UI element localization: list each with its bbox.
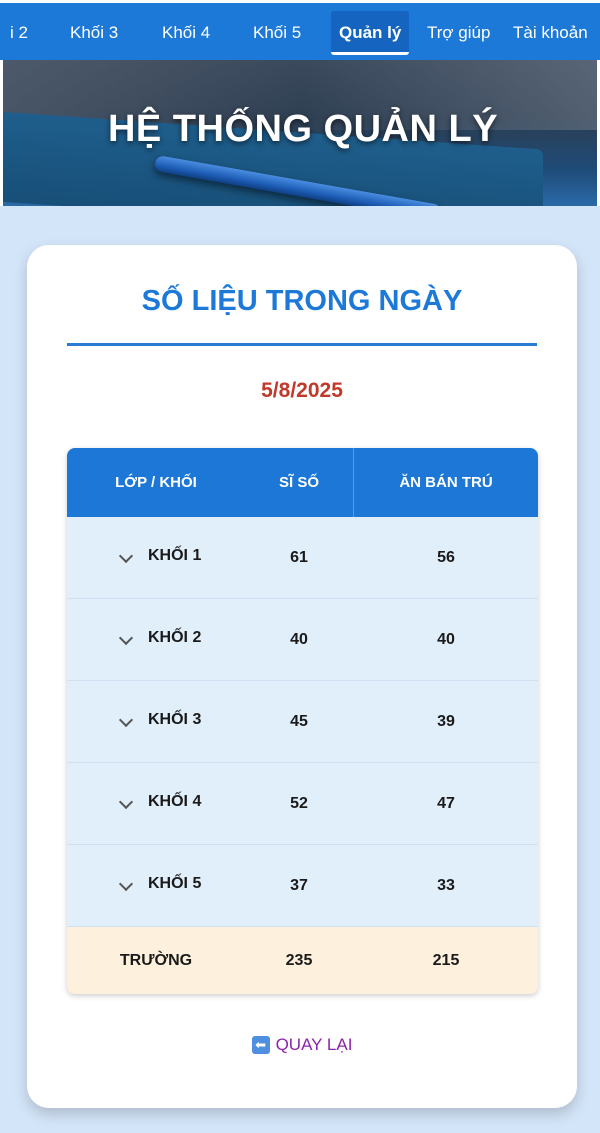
- row-enrollment: 61: [290, 549, 308, 566]
- chevron-down-icon[interactable]: [118, 712, 134, 728]
- nav-item-tro-giup[interactable]: Trợ giúp: [427, 11, 490, 55]
- row-lunch-count: 47: [437, 795, 455, 812]
- row-enrollment: 37: [290, 877, 308, 894]
- chevron-down-icon[interactable]: [118, 548, 134, 564]
- column-header-class: LỚP / KHỐI: [115, 474, 197, 491]
- page-title: HỆ THỐNG QUẢN LÝ: [107, 108, 499, 150]
- back-button[interactable]: ⬅ QUAY LẠI: [27, 1035, 577, 1055]
- report-date: 5/8/2025: [261, 379, 343, 402]
- stats-table: LỚP / KHỐI SĨ SỐ ĂN BÁN TRÚ KHỐI 1 61 56…: [67, 448, 538, 994]
- title-divider: [67, 343, 537, 346]
- table-row[interactable]: KHỐI 5 37 33: [67, 845, 538, 927]
- total-enrollment: 235: [285, 952, 313, 969]
- row-enrollment: 40: [290, 631, 308, 648]
- row-grade-label: KHỐI 2: [148, 629, 202, 646]
- top-navbar: i 2 Khối 3 Khối 4 Khối 5 Quản lý Trợ giú…: [0, 0, 600, 60]
- chevron-down-icon[interactable]: [118, 630, 134, 646]
- nav-item-khoi-4[interactable]: Khối 4: [162, 11, 210, 55]
- row-grade-label: KHỐI 5: [148, 875, 202, 892]
- row-enrollment: 45: [290, 713, 308, 730]
- column-header-lunch: ĂN BÁN TRÚ: [399, 474, 493, 491]
- row-grade-label: KHỐI 3: [148, 711, 202, 728]
- nav-item-khoi-5[interactable]: Khối 5: [253, 11, 301, 55]
- nav-item-khoi-2[interactable]: i 2: [10, 11, 28, 55]
- table-header: LỚP / KHỐI SĨ SỐ ĂN BÁN TRÚ: [67, 448, 538, 517]
- chevron-down-icon[interactable]: [118, 876, 134, 892]
- nav-item-tai-khoan[interactable]: Tài khoản: [513, 11, 588, 55]
- table-row[interactable]: KHỐI 2 40 40: [67, 599, 538, 681]
- row-lunch-count: 56: [437, 549, 455, 566]
- table-row[interactable]: KHỐI 3 45 39: [67, 681, 538, 763]
- column-header-enrollment: SĨ SỐ: [278, 474, 319, 491]
- row-lunch-count: 39: [437, 713, 455, 730]
- left-arrow-icon: ⬅: [251, 1036, 270, 1054]
- table-row[interactable]: KHỐI 1 61 56: [67, 517, 538, 599]
- row-lunch-count: 40: [437, 631, 455, 648]
- chevron-down-icon[interactable]: [118, 794, 134, 810]
- row-grade-label: KHỐI 4: [148, 793, 202, 810]
- total-lunch-count: 215: [432, 952, 460, 969]
- back-button-label: QUAY LẠI: [275, 1035, 353, 1054]
- hero-banner: HỆ THỐNG QUẢN LÝ: [0, 60, 600, 206]
- daily-stats-card: SỐ LIỆU TRONG NGÀY 5/8/2025 LỚP / KHỐI S…: [27, 245, 577, 1108]
- total-label: TRƯỜNG: [119, 952, 193, 969]
- table-total-row: TRƯỜNG 235 215: [67, 927, 538, 994]
- row-lunch-count: 33: [437, 877, 455, 894]
- card-title: SỐ LIỆU TRONG NGÀY: [141, 285, 463, 317]
- table-row[interactable]: KHỐI 4 52 47: [67, 763, 538, 845]
- row-grade-label: KHỐI 1: [148, 547, 202, 564]
- nav-item-quan-ly[interactable]: Quản lý: [331, 11, 410, 55]
- row-enrollment: 52: [290, 795, 308, 812]
- nav-item-khoi-3[interactable]: Khối 3: [70, 11, 118, 55]
